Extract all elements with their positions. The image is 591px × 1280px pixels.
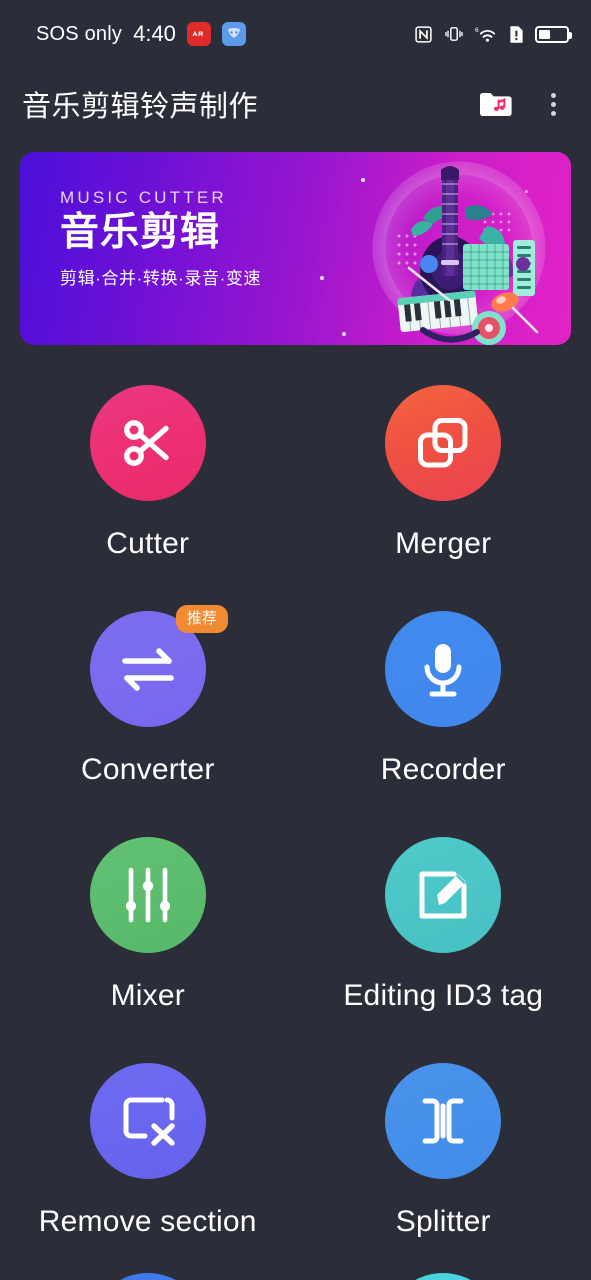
tile-icon-wrap — [89, 385, 206, 501]
sliders-icon — [125, 867, 170, 923]
notification-badge-red-icon — [186, 22, 211, 46]
tile-label: Recorder — [380, 753, 506, 786]
split-brackets-icon — [422, 1098, 464, 1144]
tile-icon-wrap — [385, 1063, 502, 1179]
vibrate-icon — [444, 24, 464, 44]
convert-arrows-icon — [121, 648, 174, 691]
carrier-label: SOS only — [36, 22, 123, 45]
page-title: 音乐剪辑铃声制作 — [22, 91, 259, 123]
status-bar: SOS only 4:40 6 — [0, 0, 591, 68]
banner-sparkle — [525, 190, 528, 193]
tile-label: Splitter — [395, 1205, 491, 1238]
tile-label: Mixer — [110, 979, 185, 1012]
sim-alert-icon — [509, 25, 524, 44]
overflow-dot — [550, 110, 556, 116]
partial-tile-blue-icon — [89, 1273, 206, 1280]
tile-icon-wrap: 推荐 — [89, 605, 228, 727]
tile-converter[interactable]: 推荐 Converter — [0, 595, 296, 821]
tile-remove-section[interactable]: Remove section — [0, 1047, 296, 1273]
tile-icon-wrap — [385, 837, 502, 953]
tile-editing-id3-tag[interactable]: Editing ID3 tag — [296, 821, 591, 1047]
banner-title: 音乐剪辑 — [60, 211, 221, 254]
banner-subtitle: 剪辑·合并·转换·录音·变速 — [60, 268, 262, 288]
status-bar-right: 6 — [414, 24, 572, 44]
tile-splitter[interactable]: Splitter — [296, 1047, 591, 1273]
banner-sparkle — [320, 276, 324, 280]
app-screen: SOS only 4:40 6 音乐剪辑铃声制作 MUSIC CUTTER 音乐… — [0, 0, 591, 1280]
feature-grid: Cutter Merger 推荐 Converter Recorder Mixe… — [0, 369, 591, 1273]
tile-label: Cutter — [106, 527, 190, 560]
tile-mixer[interactable]: Mixer — [0, 821, 296, 1047]
wifi-6-icon: 6 — [475, 25, 498, 44]
tile-partial-left[interactable] — [0, 1273, 296, 1280]
banner-kicker: MUSIC CUTTER — [60, 188, 227, 207]
banner-sparkle — [361, 178, 365, 182]
recommended-badge: 推荐 — [175, 605, 228, 633]
promo-banner[interactable]: MUSIC CUTTER 音乐剪辑 剪辑·合并·转换·录音·变速 — [20, 152, 571, 345]
app-bar: 音乐剪辑铃声制作 — [0, 68, 591, 140]
merge-squares-icon — [418, 418, 468, 468]
music-folder-icon[interactable] — [479, 90, 513, 118]
overflow-menu-icon[interactable] — [539, 88, 567, 120]
clock-label: 4:40 — [133, 21, 176, 46]
overflow-dot — [550, 101, 556, 107]
battery-fill — [539, 29, 550, 39]
tile-partial-right[interactable] — [296, 1273, 591, 1280]
tile-label: Converter — [80, 753, 215, 786]
notification-badge-blue-icon — [221, 22, 246, 46]
banner-sparkle — [342, 332, 346, 336]
app-bar-actions — [479, 88, 567, 120]
battery-icon — [535, 25, 572, 43]
tile-icon-wrap — [89, 1063, 206, 1179]
overflow-dot — [550, 92, 556, 98]
square-x-icon — [123, 1097, 175, 1146]
edit-square-icon — [419, 871, 467, 919]
tile-icon-wrap — [385, 611, 502, 727]
microphone-icon — [424, 644, 462, 697]
tile-icon-wrap — [89, 837, 206, 953]
tile-cutter[interactable]: Cutter — [0, 369, 296, 595]
scissors-icon — [123, 420, 169, 466]
tile-icon-wrap — [385, 385, 502, 501]
partial-tile-cyan-icon — [385, 1273, 502, 1280]
feature-grid-next-row-partial — [0, 1273, 591, 1280]
tile-merger[interactable]: Merger — [296, 369, 591, 595]
tile-label: Editing ID3 tag — [343, 979, 544, 1012]
tile-label: Merger — [395, 527, 492, 560]
svg-text:6: 6 — [475, 27, 479, 34]
nfc-icon — [414, 25, 433, 44]
status-bar-left: SOS only 4:40 — [36, 21, 246, 47]
banner-text-block: MUSIC CUTTER 音乐剪辑 剪辑·合并·转换·录音·变速 — [60, 188, 261, 289]
tile-label: Remove section — [38, 1205, 257, 1238]
tile-recorder[interactable]: Recorder — [296, 595, 591, 821]
guitar-instruments-illustration — [372, 161, 546, 345]
